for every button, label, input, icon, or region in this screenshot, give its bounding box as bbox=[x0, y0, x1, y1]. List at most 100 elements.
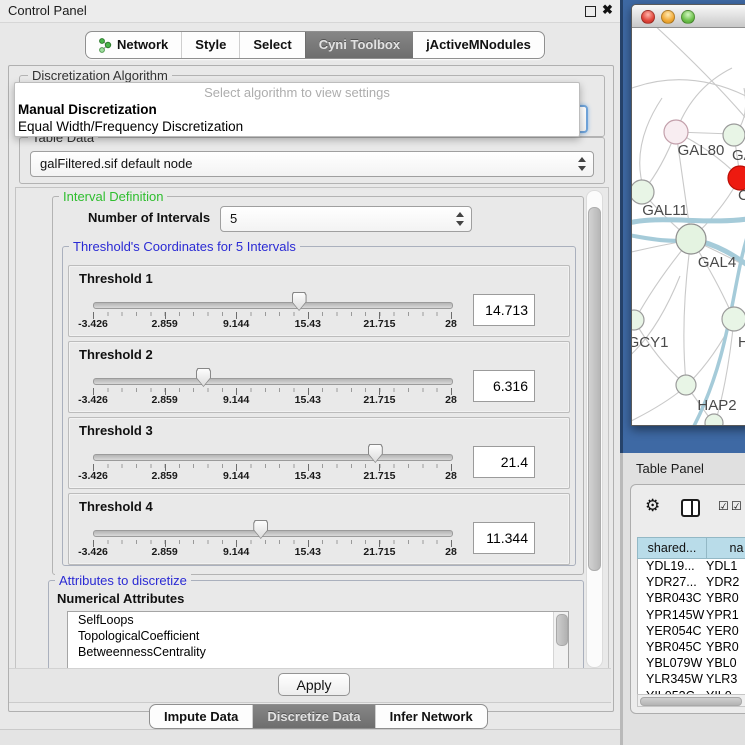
scale-label: -3.426 bbox=[78, 470, 108, 482]
vertical-scrollbar-thumb[interactable] bbox=[588, 207, 601, 571]
list-scrollbar-thumb[interactable] bbox=[556, 614, 568, 646]
column-header-shared-name[interactable]: shared... bbox=[637, 537, 707, 559]
threshold-value-field[interactable]: 14.713 bbox=[473, 294, 535, 326]
table-panel: ⚙ ☑ ☑ shared... na YDL19...YDL1 YDR27...… bbox=[630, 484, 745, 714]
tab-impute-data[interactable]: Impute Data bbox=[150, 705, 252, 728]
scale-label: 15.43 bbox=[295, 546, 321, 558]
checkbox-icon[interactable]: ☑ bbox=[718, 499, 729, 513]
cell: YPR1 bbox=[706, 608, 739, 622]
close-traffic-light-icon[interactable] bbox=[641, 10, 655, 24]
table-row[interactable]: YBR045CYBR0 bbox=[638, 640, 745, 656]
settings-scroll-viewport: Interval Definition Number of Intervals … bbox=[15, 187, 609, 671]
threshold-slider[interactable]: -3.426 2.859 9.144 15.43 21.715 28 bbox=[93, 418, 451, 488]
column-header-name[interactable]: na bbox=[707, 537, 745, 559]
gear-icon[interactable]: ⚙ bbox=[645, 496, 660, 516]
slider-scale-labels: -3.426 2.859 9.144 15.43 21.715 28 bbox=[93, 394, 451, 406]
algorithm-dropdown-popup: Select algorithm to view settings Manual… bbox=[14, 82, 580, 137]
network-canvas[interactable]: GAL80 GA C GAL11 GAL4 GCY1 H HAP2 bbox=[632, 28, 745, 425]
cell: YDL19... bbox=[638, 559, 706, 573]
table-row[interactable]: YDL19...YDL1 bbox=[638, 559, 745, 575]
apply-strip: Apply bbox=[9, 668, 611, 703]
cell: YBR0 bbox=[706, 591, 739, 605]
cell: YDR2 bbox=[706, 575, 739, 589]
float-icon[interactable] bbox=[585, 6, 596, 17]
threshold-value-field[interactable]: 11.344 bbox=[473, 522, 535, 554]
threshold-slider[interactable]: -3.426 2.859 9.144 15.43 21.715 28 bbox=[93, 494, 451, 564]
tab-cyni-toolbox[interactable]: Cyni Toolbox bbox=[305, 32, 413, 58]
table-data-value: galFiltered.sif default node bbox=[40, 156, 192, 171]
threshold-value-field[interactable]: 6.316 bbox=[473, 370, 535, 402]
table-row[interactable]: YDR27...YDR2 bbox=[638, 575, 745, 591]
node-hap2[interactable] bbox=[676, 375, 696, 395]
dropdown-option-manual-discretization[interactable]: Manual Discretization bbox=[15, 101, 579, 118]
table-data-select[interactable]: galFiltered.sif default node bbox=[30, 151, 594, 177]
tab-network[interactable]: Network bbox=[86, 32, 181, 58]
horizontal-scrollbar-thumb[interactable] bbox=[640, 697, 742, 706]
node-top-right[interactable] bbox=[723, 124, 745, 146]
threshold-value-field[interactable]: 21.4 bbox=[473, 446, 535, 478]
tab-style[interactable]: Style bbox=[181, 32, 239, 58]
cell: YDR27... bbox=[638, 575, 706, 589]
table-row[interactable]: YER054CYER0 bbox=[638, 624, 745, 640]
node-label: HAP2 bbox=[697, 397, 736, 414]
slider-scale-labels: -3.426 2.859 9.144 15.43 21.715 28 bbox=[93, 318, 451, 330]
minimize-traffic-light-icon[interactable] bbox=[661, 10, 675, 24]
scale-label: 9.144 bbox=[223, 318, 249, 330]
scale-label: 21.715 bbox=[363, 470, 395, 482]
slider-track[interactable] bbox=[93, 454, 453, 461]
number-of-intervals-select[interactable]: 5 bbox=[220, 206, 472, 232]
table-row[interactable]: YBL079WYBL0 bbox=[638, 656, 745, 672]
slider-track[interactable] bbox=[93, 530, 453, 537]
threshold-slider[interactable]: -3.426 2.859 9.144 15.43 21.715 28 bbox=[93, 342, 451, 412]
scale-label: 21.715 bbox=[363, 318, 395, 330]
columns-icon[interactable] bbox=[681, 499, 700, 517]
node-label: GAL11 bbox=[642, 202, 688, 219]
bottom-tab-bar: Impute Data Discretize Data Infer Networ… bbox=[149, 704, 488, 729]
scale-label: -3.426 bbox=[78, 318, 108, 330]
tab-label: Style bbox=[195, 32, 226, 58]
vertical-scrollbar[interactable] bbox=[586, 190, 603, 668]
cell: YER054C bbox=[638, 624, 706, 638]
cyni-toolbox-panel: Discretization Algorithm Table Data galF… bbox=[8, 65, 614, 712]
dropdown-option-equal-width-frequency[interactable]: Equal Width/Frequency Discretization bbox=[15, 118, 579, 135]
threshold-slider[interactable]: -3.426 2.859 9.144 15.43 21.715 28 bbox=[93, 266, 451, 336]
table-row[interactable]: YPR145WYPR1 bbox=[638, 608, 745, 624]
slider-scale-labels: -3.426 2.859 9.144 15.43 21.715 28 bbox=[93, 470, 451, 482]
table-row[interactable]: YLR345WYLR3 bbox=[638, 672, 745, 688]
threshold-panel-3: Threshold 3 -3.426 2.859 9.144 15.43 21.… bbox=[68, 417, 570, 489]
threshold-panel-1: Threshold 1 -3.426 2.859 9.144 15.43 21.… bbox=[68, 265, 570, 337]
cell: YBL0 bbox=[706, 656, 737, 670]
table-row[interactable]: YBR043CYBR0 bbox=[638, 591, 745, 607]
cell: YBL079W bbox=[638, 656, 706, 670]
tab-infer-network[interactable]: Infer Network bbox=[375, 705, 487, 728]
slider-track[interactable] bbox=[93, 378, 453, 385]
table-data-group: Table Data galFiltered.sif default node bbox=[19, 137, 605, 184]
node-gal4[interactable] bbox=[676, 224, 706, 254]
slider-track[interactable] bbox=[93, 302, 453, 309]
nodes[interactable] bbox=[632, 120, 745, 425]
zoom-traffic-light-icon[interactable] bbox=[681, 10, 695, 24]
node-gal80[interactable] bbox=[664, 120, 688, 144]
tab-jactivemnodules[interactable]: jActiveMNodules bbox=[413, 32, 544, 58]
tab-discretize-data[interactable]: Discretize Data bbox=[252, 705, 374, 728]
node-h[interactable] bbox=[722, 307, 745, 331]
scale-label: 28 bbox=[445, 546, 457, 558]
checkbox-icon[interactable]: ☑ bbox=[731, 499, 742, 513]
network-window-titlebar[interactable] bbox=[632, 5, 745, 28]
tab-select[interactable]: Select bbox=[239, 32, 304, 58]
scale-label: -3.426 bbox=[78, 394, 108, 406]
node-gal11[interactable] bbox=[632, 180, 654, 204]
apply-button[interactable]: Apply bbox=[278, 673, 350, 696]
node-gcy1[interactable] bbox=[632, 310, 644, 330]
list-scrollbar[interactable] bbox=[553, 612, 568, 671]
list-item[interactable]: BetweennessCentrality bbox=[68, 644, 568, 660]
attributes-list[interactable]: SelfLoops TopologicalCoefficient Between… bbox=[67, 611, 569, 671]
cell: YPR145W bbox=[638, 608, 706, 622]
close-icon[interactable]: ✖ bbox=[602, 2, 613, 18]
list-item[interactable]: SelfLoops bbox=[68, 612, 568, 628]
list-item[interactable]: TopologicalCoefficient bbox=[68, 628, 568, 644]
horizontal-scrollbar[interactable] bbox=[637, 694, 745, 707]
attributes-group: Attributes to discretize Numerical Attri… bbox=[48, 580, 584, 671]
cell: YLR3 bbox=[706, 672, 737, 686]
scale-label: 15.43 bbox=[295, 318, 321, 330]
